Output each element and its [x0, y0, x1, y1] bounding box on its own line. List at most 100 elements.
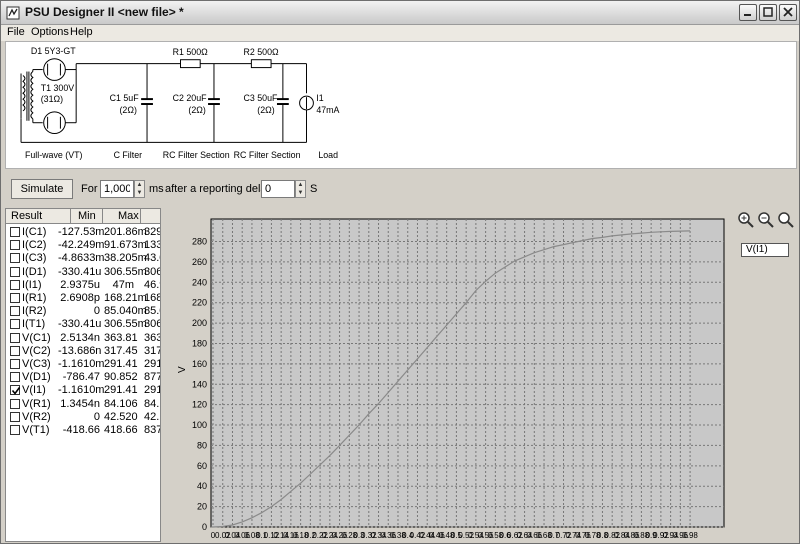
result-min: 2.9375u — [60, 278, 100, 291]
result-checkbox[interactable] — [10, 411, 20, 422]
result-name: I(T1) — [22, 318, 46, 331]
menu-help[interactable]: Help — [70, 26, 93, 38]
result-min: -786.47 — [62, 371, 100, 384]
x-axis-ticks: 0 0.020.040.060.080.10.120.140.160.180.20… — [211, 531, 699, 540]
duration-spinner[interactable]: ▲ ▼ — [134, 180, 145, 198]
result-extra: 877 — [144, 371, 161, 384]
result-checkbox[interactable] — [10, 332, 20, 343]
result-name: I(C3) — [22, 252, 47, 265]
results-table[interactable]: Result Min Max I(C1)-127.53m201.86m329.I… — [5, 208, 161, 542]
header-max[interactable]: Max — [118, 210, 139, 222]
voltage-chart[interactable]: 020406080100120140160180200220240260280 … — [163, 208, 797, 542]
spin-up-icon[interactable]: ▲ — [296, 181, 305, 189]
plot-area[interactable] — [210, 218, 725, 528]
header-result[interactable]: Result — [11, 210, 42, 222]
spin-up-icon[interactable]: ▲ — [135, 181, 144, 189]
result-checkbox[interactable] — [10, 398, 20, 409]
r1-label: R1 500Ω — [173, 47, 209, 57]
result-extra: 329. — [144, 226, 160, 238]
result-checkbox[interactable] — [10, 227, 20, 237]
result-min: -330.41u — [58, 318, 102, 331]
legend-entry-v-i1: V(I1) — [746, 244, 768, 255]
delay-input[interactable] — [261, 180, 295, 198]
y-tick-label: 0 — [202, 522, 207, 532]
capacitor-c1[interactable] — [141, 63, 153, 143]
table-row[interactable]: I(C1) -127.53m201.86m329. — [6, 226, 160, 239]
result-name: V(R1) — [22, 397, 51, 410]
table-row[interactable]: V(R2) 0 42.520 42. — [6, 410, 160, 424]
result-checkbox[interactable] — [10, 306, 20, 317]
result-extra: 133. — [144, 239, 160, 252]
schematic-canvas[interactable]: D1 5Y3-GT T1 300V (31Ω) Full-wave (VT) C… — [5, 41, 797, 169]
current-source-i1[interactable] — [299, 63, 314, 143]
result-name: V(T1) — [22, 424, 50, 436]
result-checkbox[interactable] — [10, 319, 20, 330]
result-max: 91.673m — [104, 239, 147, 252]
table-row[interactable]: V(I1) -1.1610m 291.41 291 — [6, 384, 160, 397]
y-tick-label: 80 — [197, 440, 207, 450]
c3-label: C3 50uF — [244, 93, 279, 103]
table-row[interactable]: V(R1) 1.3454n 84.106 84. — [6, 397, 160, 411]
table-row[interactable]: V(C2) -13.686n 317.45 317 — [6, 345, 160, 358]
capacitor-c2[interactable] — [208, 63, 220, 143]
result-checkbox[interactable] — [10, 279, 20, 290]
maximize-button[interactable] — [759, 4, 777, 21]
table-row[interactable]: I(R2) 0 85.040m85.0 — [6, 305, 160, 318]
result-checkbox[interactable] — [10, 253, 20, 264]
simulation-toolbar: Simulate For ▲▼ ms after a reporting del… — [1, 173, 799, 205]
result-extra: 85.0 — [144, 305, 160, 318]
chart-legend[interactable]: V(I1) — [741, 243, 789, 257]
table-row[interactable]: V(D1) -786.47 90.852 877 — [6, 371, 161, 384]
resistor-r1[interactable] — [180, 59, 201, 69]
title-bar[interactable]: PSU Designer II <new file> * — [1, 1, 799, 25]
transformer-resistance-label: (31Ω) — [41, 94, 63, 104]
simulate-button[interactable]: Simulate — [11, 179, 73, 199]
column-divider[interactable] — [70, 209, 71, 224]
y-tick-label: 200 — [192, 318, 207, 328]
table-row[interactable]: V(T1) -418.66 418.66 837 — [6, 424, 160, 437]
table-row[interactable]: I(C2) -42.249m91.673m133. — [6, 239, 160, 252]
column-divider[interactable] — [102, 209, 103, 224]
result-extra: 42. — [144, 410, 160, 423]
result-min: -1.1610m — [58, 384, 105, 397]
result-name: I(I1) — [22, 278, 42, 291]
c2-section-label: RC Filter Section — [163, 150, 230, 160]
result-checkbox[interactable] — [10, 425, 20, 435]
resistor-r2[interactable] — [250, 59, 272, 69]
result-checkbox[interactable] — [10, 372, 20, 383]
result-name: V(R2) — [22, 410, 51, 423]
spin-down-icon[interactable]: ▼ — [135, 189, 144, 197]
result-max: 201.86m — [104, 226, 147, 238]
duration-input[interactable] — [100, 180, 134, 198]
result-checkbox[interactable] — [10, 345, 20, 356]
table-row[interactable]: I(I1) 2.9375u 47m 46.9 — [6, 278, 160, 292]
result-checkbox[interactable] — [10, 293, 20, 303]
result-checkbox[interactable] — [10, 359, 20, 369]
window-title: PSU Designer II <new file> * — [25, 5, 184, 19]
close-button[interactable] — [779, 4, 797, 21]
c2-label: C2 20uF — [173, 93, 208, 103]
result-checkbox[interactable] — [10, 266, 20, 277]
result-checkbox[interactable] — [10, 385, 21, 396]
table-row[interactable]: V(C3) -1.1610m 291.41 291 — [6, 358, 160, 371]
load-value-label: 47mA — [316, 105, 339, 115]
table-row[interactable]: I(T1) -330.41u306.55m306. — [6, 318, 160, 331]
result-checkbox[interactable] — [10, 240, 20, 251]
capacitor-c3[interactable] — [276, 63, 289, 143]
result-max: 418.66 — [104, 424, 138, 436]
menu-options[interactable]: Options — [31, 26, 69, 38]
minimize-icon — [744, 14, 751, 16]
table-row[interactable]: I(D1) -330.41u306.55m306. — [6, 266, 160, 279]
y-axis-ticks: 0 20 40 60 80 100 120 140 160 180 200 220 240 260 280 — [192, 237, 207, 532]
header-min[interactable]: Min — [78, 210, 96, 222]
table-row[interactable]: I(C3) -4.8633m38.205m43.0 — [6, 252, 160, 265]
column-divider[interactable] — [140, 209, 141, 224]
minimize-button[interactable] — [739, 4, 757, 21]
delay-spinner[interactable]: ▲ ▼ — [295, 180, 306, 198]
table-row[interactable]: I(R1) 2.6908p 168.21m168. — [6, 292, 160, 305]
result-max: 291.41 — [104, 358, 138, 370]
table-row[interactable]: V(C1) 2.5134n 363.81 363 — [6, 332, 160, 345]
menu-file[interactable]: File — [7, 26, 25, 38]
spin-down-icon[interactable]: ▼ — [296, 189, 305, 197]
y-axis-label: V — [177, 366, 188, 373]
